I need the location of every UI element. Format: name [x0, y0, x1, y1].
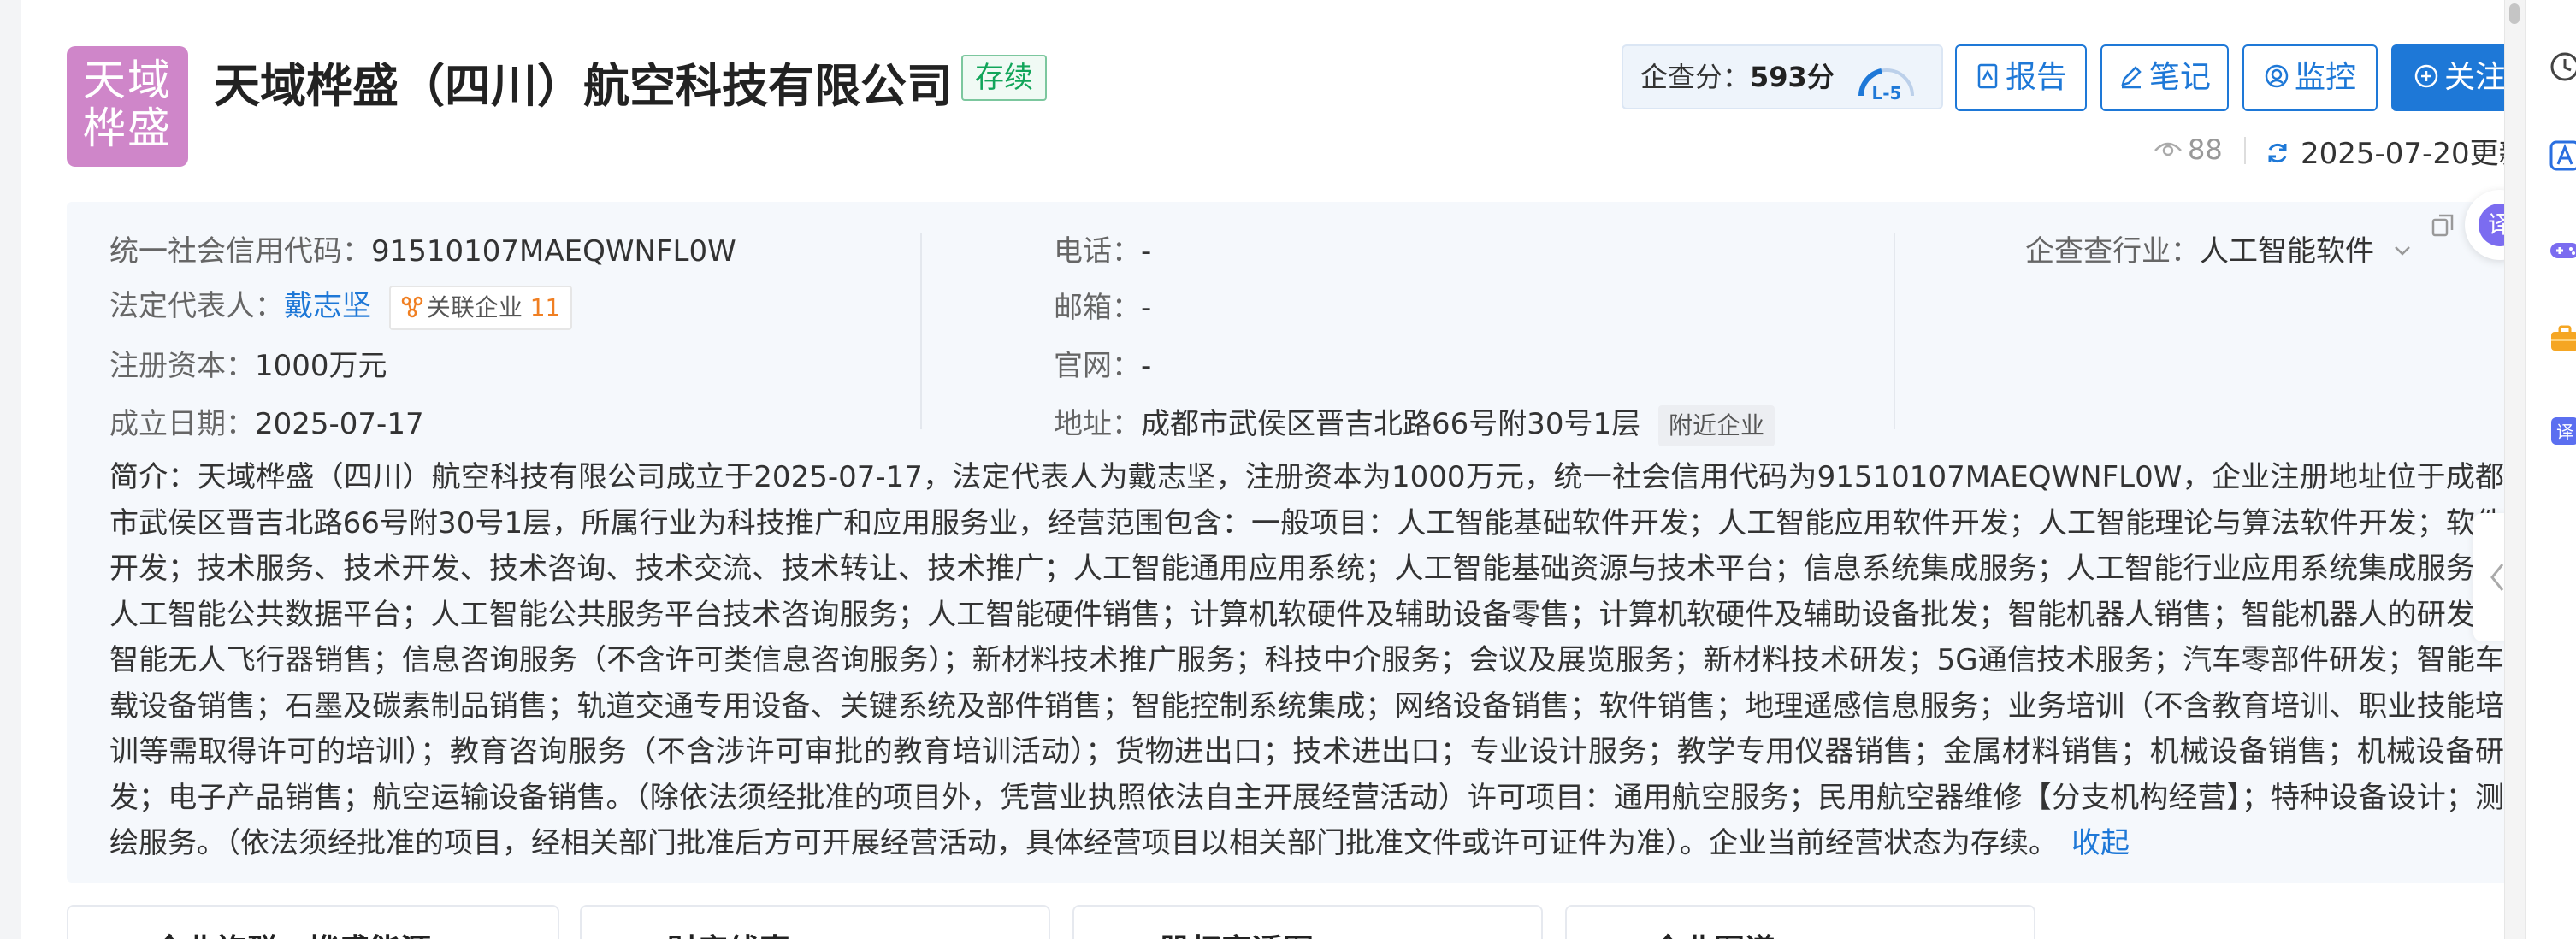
monitor-icon	[2265, 64, 2289, 88]
phone-row: 电话：-	[1054, 227, 1151, 269]
card-title: 企业族群：桦盛能源	[154, 925, 431, 939]
capital-row: 注册资本：1000万元	[109, 342, 387, 384]
report-icon	[1977, 63, 1998, 89]
monitor-label: 监控	[2294, 60, 2356, 95]
legal-rep-row: 法定代表人：戴志坚 关联企业 11	[109, 282, 573, 330]
copy-icon[interactable]	[2431, 212, 2456, 238]
card-title: 财产线索	[667, 925, 790, 939]
clock-icon[interactable]	[2548, 50, 2576, 84]
chevron-down-icon	[2394, 245, 2410, 256]
network-icon	[401, 296, 423, 317]
email-row: 邮箱：-	[1054, 284, 1151, 326]
credit-code-value[interactable]: 91510107MAEQWNFL0W	[371, 234, 736, 269]
gamepad-icon[interactable]	[2548, 233, 2576, 267]
address-label: 地址：	[1054, 407, 1141, 441]
column-divider-1	[920, 233, 922, 429]
assoc-label: 关联企业	[426, 292, 523, 322]
credit-code-row: 统一社会信用代码：91510107MAEQWNFL0W	[109, 227, 736, 269]
description-text: 简介：天域桦盛（四川）航空科技有限公司成立于2025-07-17，法定代表人为戴…	[109, 460, 2504, 860]
industry-value: 人工智能软件	[2200, 234, 2374, 269]
date-label: 成立日期：	[109, 407, 255, 441]
address-row: 地址：成都市武侯区晋吉北路66号附30号1层 附近企业	[1054, 400, 1775, 446]
legal-rep-link[interactable]: 戴志坚	[284, 289, 371, 323]
follow-icon	[2414, 64, 2438, 88]
phone-label: 电话：	[1054, 234, 1141, 269]
score-box[interactable]: 企查分：593分 L-5	[1622, 44, 1943, 109]
page-title: 天域桦盛（四川）航空科技有限公司	[214, 59, 953, 113]
card-enterprise-group[interactable]: 企业族群：桦盛能源	[67, 905, 559, 939]
card-property-clues[interactable]: 财产线索	[580, 905, 1050, 939]
legal-rep-label: 法定代表人：	[109, 289, 284, 323]
report-label: 报告	[2005, 60, 2067, 95]
score-label: 企查分：	[1640, 61, 1751, 93]
website-value: -	[1141, 349, 1152, 383]
column-divider-2	[1894, 233, 1895, 429]
update-date[interactable]: 2025-07-20更新	[2265, 130, 2528, 172]
briefcase-icon[interactable]	[2548, 322, 2576, 356]
industry-row[interactable]: 企查查行业：人工智能软件	[2025, 227, 2413, 269]
refresh-icon	[2268, 143, 2287, 162]
company-page: 天域 桦盛 天域桦盛（四川）航空科技有限公司 存续 企查分：593分 L-5 报…	[21, 0, 2535, 939]
logo-line-1: 天域	[83, 56, 172, 105]
follow-label: 关注	[2443, 60, 2506, 95]
eye-icon	[2154, 142, 2182, 156]
date-row: 成立日期：2025-07-17	[109, 400, 424, 442]
font-icon[interactable]	[2548, 139, 2576, 173]
website-row: 官网：-	[1054, 342, 1151, 384]
card-enterprise-graph[interactable]: 企业图谱	[1565, 905, 2035, 939]
collapse-link[interactable]: 收起	[2071, 826, 2130, 860]
logo-line-2: 桦盛	[83, 103, 172, 153]
associated-companies-tag[interactable]: 关联企业 11	[388, 285, 573, 330]
status-badge: 存续	[961, 55, 1047, 101]
phone-value: -	[1141, 234, 1152, 269]
company-description: 简介：天域桦盛（四川）航空科技有限公司成立于2025-07-17，法定代表人为戴…	[109, 455, 2504, 867]
info-panel: 统一社会信用代码：91510107MAEQWNFL0W 法定代表人：戴志坚 关联…	[67, 202, 2526, 883]
note-label: 笔记	[2148, 60, 2211, 95]
nearby-companies-tag[interactable]: 附近企业	[1657, 405, 1775, 446]
left-strip	[0, 0, 21, 939]
translate-sidebar-icon[interactable]: 译	[2548, 414, 2576, 448]
capital-value: 1000万元	[255, 349, 387, 383]
card-equity-chart[interactable]: 股权穿透图	[1072, 905, 1543, 939]
card-title: 企业图谱	[1652, 925, 1775, 939]
email-value: -	[1141, 291, 1152, 325]
industry-label: 企查查行业：	[2025, 234, 2200, 269]
email-label: 邮箱：	[1054, 291, 1141, 325]
update-date-value: 2025-07-20更新	[2301, 137, 2528, 171]
credit-code-label: 统一社会信用代码：	[109, 234, 371, 269]
note-icon	[2121, 66, 2142, 89]
score-level: L-5	[1872, 83, 1902, 103]
score-value: 593分	[1750, 61, 1835, 93]
capital-label: 注册资本：	[109, 349, 255, 383]
meta-divider	[2244, 137, 2246, 164]
sidebar-translate-label: 译	[2556, 422, 2573, 442]
report-button[interactable]: 报告	[1955, 44, 2087, 111]
note-button[interactable]: 笔记	[2100, 44, 2229, 111]
website-label: 官网：	[1054, 349, 1141, 383]
company-logo: 天域 桦盛	[67, 46, 188, 167]
view-count: 88	[2154, 133, 2223, 166]
scrollbar-thumb[interactable]	[2509, 3, 2520, 24]
view-count-value: 88	[2188, 133, 2223, 166]
assoc-count: 11	[529, 292, 561, 322]
monitor-button[interactable]: 监控	[2242, 44, 2378, 111]
address-value[interactable]: 成都市武侯区晋吉北路66号附30号1层	[1141, 407, 1640, 441]
scrollbar-track[interactable]	[2504, 0, 2525, 939]
browser-sidebar: 译	[2525, 0, 2576, 939]
date-value: 2025-07-17	[255, 407, 424, 441]
card-title: 股权穿透图	[1160, 925, 1314, 939]
score-gauge-icon: L-5	[1858, 68, 1914, 103]
